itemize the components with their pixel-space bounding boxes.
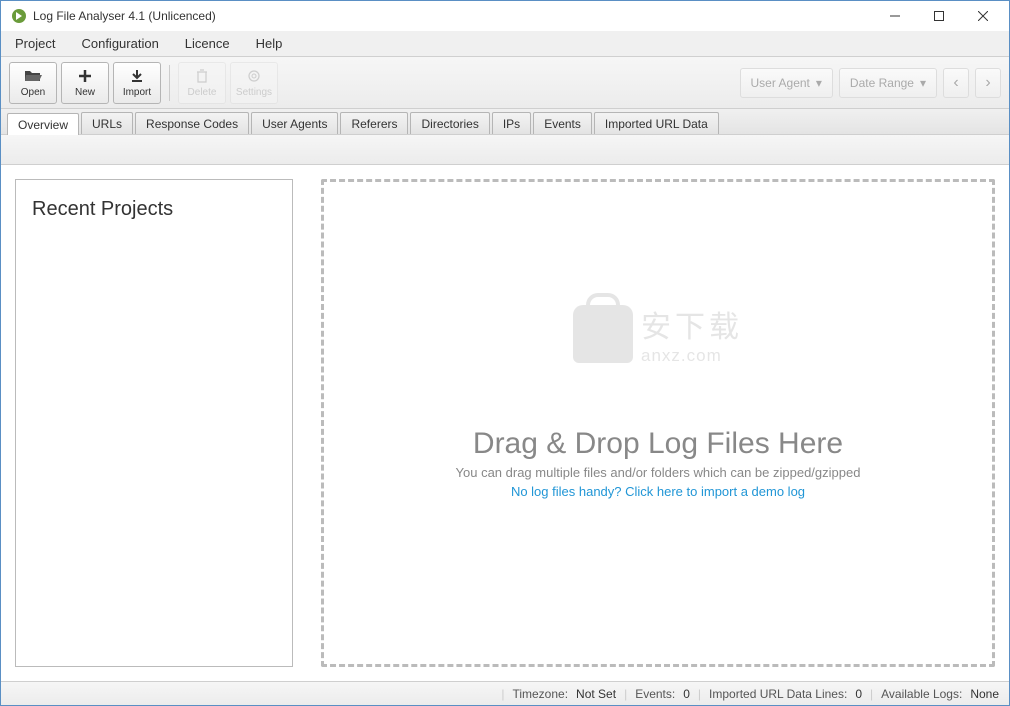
import-demo-link[interactable]: No log files handy? Click here to import… xyxy=(456,484,861,499)
status-imported-value: 0 xyxy=(855,687,862,701)
tab-referers[interactable]: Referers xyxy=(340,112,408,134)
toolbar: Open New Import Delete Settings User Age… xyxy=(1,57,1009,109)
main-content: Recent Projects 安下载 anxz.com Drag & Drop… xyxy=(1,165,1009,681)
open-label: Open xyxy=(21,87,45,98)
tab-urls[interactable]: URLs xyxy=(81,112,133,134)
tab-directories[interactable]: Directories xyxy=(410,112,489,134)
minimize-button[interactable] xyxy=(873,2,917,30)
watermark: 安下载 anxz.com xyxy=(573,302,743,366)
tab-events[interactable]: Events xyxy=(533,112,592,134)
folder-open-icon xyxy=(24,67,42,85)
watermark-cn: 安下载 xyxy=(641,302,743,346)
app-icon xyxy=(11,8,27,24)
new-button[interactable]: New xyxy=(61,62,109,104)
import-label: Import xyxy=(123,87,151,98)
plus-icon xyxy=(76,67,94,85)
menubar: Project Configuration Licence Help xyxy=(1,31,1009,57)
window-titlebar: Log File Analyser 4.1 (Unlicenced) xyxy=(1,1,1009,31)
gear-icon xyxy=(245,67,263,85)
status-timezone-label: Timezone: xyxy=(512,687,568,701)
drop-zone[interactable]: 安下载 anxz.com Drag & Drop Log Files Here … xyxy=(321,179,995,667)
status-timezone-value: Not Set xyxy=(576,687,616,701)
toolbar-separator xyxy=(169,65,170,101)
status-available-label: Available Logs: xyxy=(881,687,962,701)
recent-projects-title: Recent Projects xyxy=(32,198,276,221)
menu-configuration[interactable]: Configuration xyxy=(77,34,162,53)
trash-icon xyxy=(193,67,211,85)
tab-ips[interactable]: IPs xyxy=(492,112,531,134)
user-agent-filter: User Agent ▾ xyxy=(740,68,833,98)
delete-label: Delete xyxy=(188,87,217,98)
chevron-left-icon: ‹ xyxy=(953,74,958,92)
delete-button: Delete xyxy=(178,62,226,104)
date-range-filter: Date Range ▾ xyxy=(839,68,937,98)
status-available-value: None xyxy=(970,687,999,701)
next-button: › xyxy=(975,68,1001,98)
new-label: New xyxy=(75,87,95,98)
menu-help[interactable]: Help xyxy=(252,34,287,53)
status-events-value: 0 xyxy=(683,687,690,701)
user-agent-label: User Agent xyxy=(751,76,810,90)
import-button[interactable]: Import xyxy=(113,62,161,104)
window-title: Log File Analyser 4.1 (Unlicenced) xyxy=(33,9,873,23)
menu-project[interactable]: Project xyxy=(11,34,59,53)
settings-label: Settings xyxy=(236,87,272,98)
chevron-right-icon: › xyxy=(985,74,990,92)
tab-response-codes[interactable]: Response Codes xyxy=(135,112,249,134)
drop-subtitle: You can drag multiple files and/or folde… xyxy=(456,465,861,480)
sub-toolbar xyxy=(1,135,1009,165)
tab-imported-url-data[interactable]: Imported URL Data xyxy=(594,112,719,134)
tabstrip: Overview URLs Response Codes User Agents… xyxy=(1,109,1009,135)
download-icon xyxy=(128,67,146,85)
chevron-down-icon: ▾ xyxy=(816,76,822,90)
status-imported-label: Imported URL Data Lines: xyxy=(709,687,847,701)
status-events-label: Events: xyxy=(635,687,675,701)
recent-projects-panel: Recent Projects xyxy=(15,179,293,667)
maximize-button[interactable] xyxy=(917,2,961,30)
date-range-label: Date Range xyxy=(850,76,914,90)
close-button[interactable] xyxy=(961,2,1005,30)
menu-licence[interactable]: Licence xyxy=(181,34,234,53)
settings-button: Settings xyxy=(230,62,278,104)
statusbar: | Timezone: Not Set | Events: 0 | Import… xyxy=(1,681,1009,705)
drop-title: Drag & Drop Log Files Here xyxy=(456,427,861,461)
prev-button: ‹ xyxy=(943,68,969,98)
open-button[interactable]: Open xyxy=(9,62,57,104)
tab-overview[interactable]: Overview xyxy=(7,113,79,135)
chevron-down-icon: ▾ xyxy=(920,76,926,90)
watermark-en: anxz.com xyxy=(641,346,743,366)
bag-icon xyxy=(573,305,633,363)
tab-user-agents[interactable]: User Agents xyxy=(251,112,338,134)
